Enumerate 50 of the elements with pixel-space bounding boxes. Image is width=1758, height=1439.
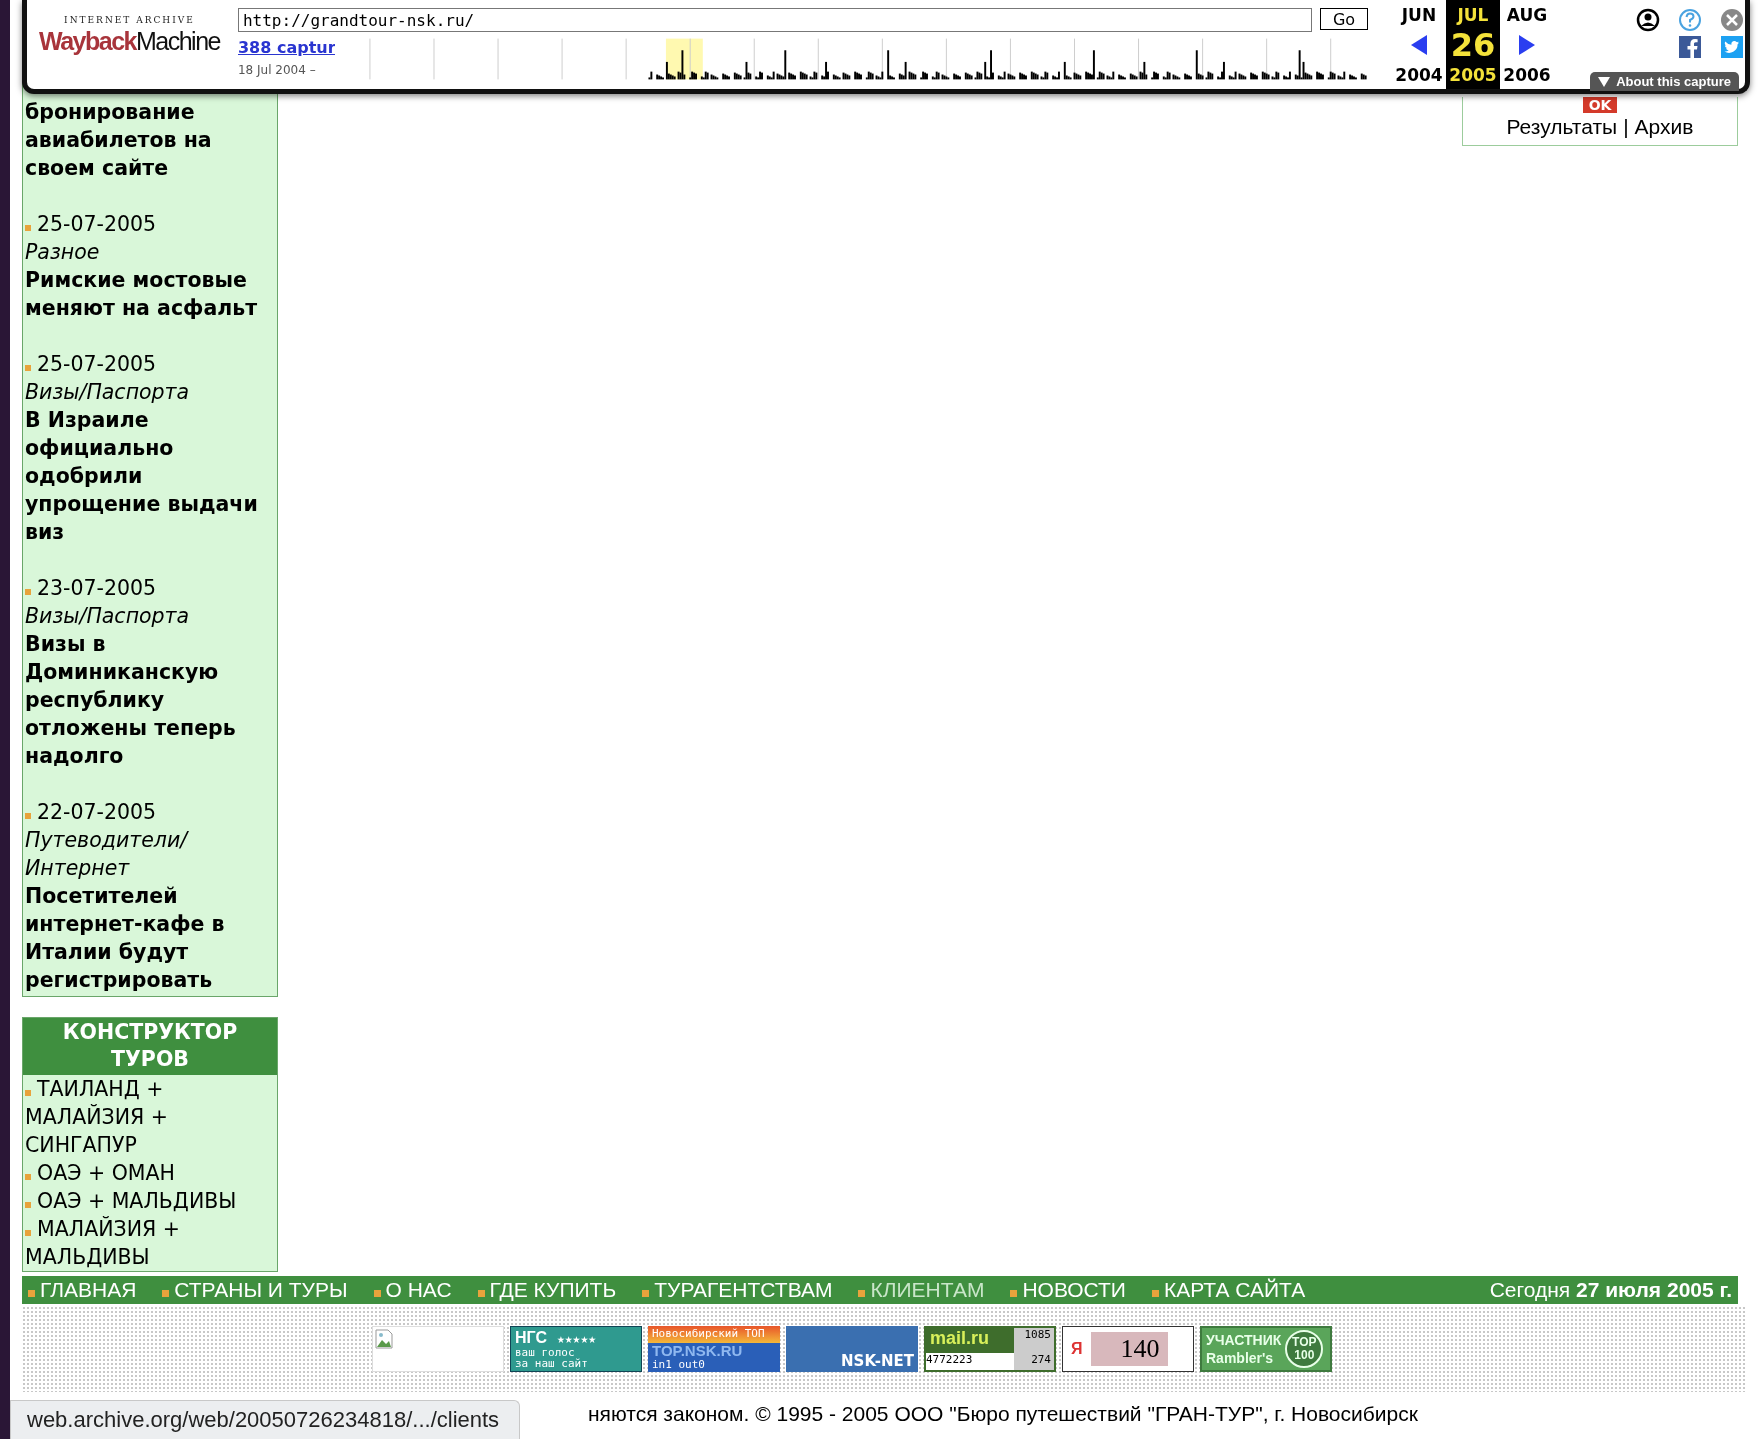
news-headline[interactable]: Посетителей интернет-кафе в Италии будут регистрировать	[25, 882, 275, 994]
news-date: 25-07-2005	[37, 352, 157, 376]
capture-date-range: 18 Jul 2004 –	[237, 63, 316, 77]
calendar-month[interactable]: JUL	[1457, 4, 1489, 26]
counter-banner[interactable]: Я 140	[1062, 1326, 1194, 1372]
news-headline[interactable]: Визы в Доминиканскую республику отложены теперь надолго	[25, 630, 275, 770]
about-capture-dropdown[interactable]: About this capture	[1590, 72, 1739, 91]
calendar-year[interactable]: 2004	[1395, 64, 1443, 86]
tour-link[interactable]: МАЛАЙЗИЯ + МАЛЬДИВЫ	[25, 1215, 275, 1271]
tour-builder-heading: КОНСТРУКТОР ТУРОВ	[23, 1018, 277, 1075]
news-headline[interactable]: В Израиле официально одобрили упрощение выдачи виз	[25, 406, 275, 546]
counter-banner[interactable]: NSK-NET	[786, 1326, 918, 1372]
today-date: Сегодня 27 июля 2005 г.	[1489, 1278, 1732, 1302]
copyright-text: няются законом. © 1995 - 2005 ООО "Бюро путешествий "ГРАН-ТУР", г. Новосибирск	[588, 1402, 1418, 1425]
news-headline[interactable]: бронирование авиабилетов на своем сайте	[25, 98, 275, 182]
counter-banner[interactable]: УЧАСТНИК Rambler's TOP 100	[1200, 1326, 1332, 1372]
calendar-month[interactable]: JUN	[1401, 4, 1437, 26]
nav-link[interactable]: СТРАНЫ И ТУРЫ	[162, 1278, 348, 1302]
calendar-year[interactable]: 2005	[1449, 64, 1497, 86]
nav-link[interactable]: О НАС	[373, 1278, 452, 1302]
news-category: Визы/Паспорта	[25, 379, 191, 406]
news-category: Путеводители/ Интернет	[25, 827, 190, 882]
go-button[interactable]: Go	[1319, 8, 1368, 30]
nav-link[interactable]: ГЛАВНАЯ	[28, 1278, 137, 1302]
tour-link[interactable]: ТАИЛАНД + МАЛАЙЗИЯ + СИНГАПУР	[25, 1075, 275, 1159]
nav-link[interactable]: ТУРАГЕНТСТВАМ	[642, 1278, 833, 1302]
news-date: 22-07-2005	[37, 800, 157, 824]
news-headline[interactable]: Римские мостовые меняют на асфальт	[25, 266, 275, 322]
counter-banner[interactable]: mail.ru 1085 4772223 274	[924, 1326, 1056, 1372]
news-category: Разное	[25, 239, 101, 266]
tour-link[interactable]: ОАЭ + ОМАН	[25, 1159, 275, 1187]
status-bar-url: web.archive.org/web/20050726234818/.../clients	[10, 1400, 521, 1439]
news-date: 25-07-2005	[37, 212, 157, 236]
wayback-logo[interactable]: INTERNET ARCHIVE WaybackMachine	[39, 14, 220, 56]
calendar-day: 26	[1450, 26, 1496, 64]
news-date: 23-07-2005	[37, 576, 157, 600]
nav-link[interactable]: ГДЕ КУПИТЬ	[477, 1278, 617, 1302]
calendar-year[interactable]: 2006	[1503, 64, 1551, 86]
news-category: Визы/Паспорта	[25, 603, 191, 630]
captures-link[interactable]: 388 captur	[237, 38, 335, 57]
ok-badge: OK	[1582, 97, 1618, 113]
tour-link[interactable]: ОАЭ + МАЛЬДИВЫ	[25, 1187, 275, 1215]
archive-link[interactable]: Архив	[1634, 115, 1694, 139]
calendar-month[interactable]: AUG	[1506, 4, 1548, 26]
nav-link[interactable]: КАРТА САЙТА	[1151, 1278, 1306, 1302]
nav-link[interactable]: НОВОСТИ	[1010, 1278, 1126, 1302]
link-separator: |	[1623, 115, 1629, 139]
url-field[interactable]: http://grandtour-nsk.ru/	[237, 8, 1312, 32]
counter-banner[interactable]: Новосибирский ТОП TOP.NSK.RU in1 out0	[648, 1326, 780, 1372]
results-link[interactable]: Результаты	[1506, 115, 1618, 139]
